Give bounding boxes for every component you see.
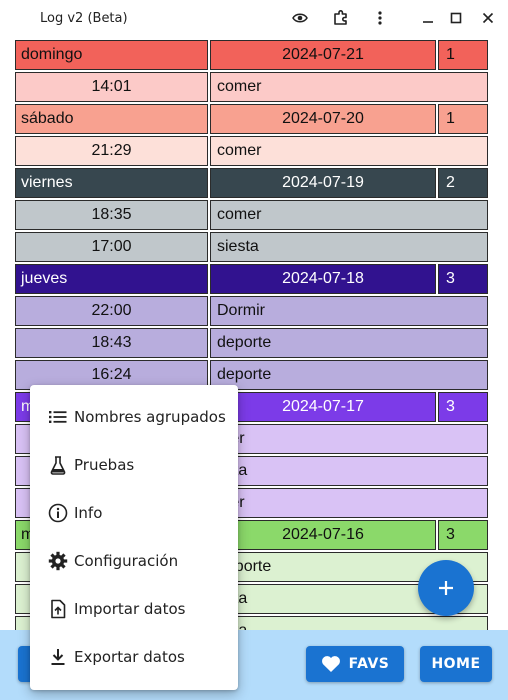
menu-item-configuracion[interactable]: Configuración	[30, 537, 238, 585]
entry-activity: mer	[210, 488, 488, 518]
day-count: 3	[438, 392, 488, 422]
heart-icon	[321, 656, 340, 672]
entry-time: 18:43	[15, 328, 208, 358]
menu-item-label: Nombres agrupados	[74, 408, 226, 426]
day-date: 2024-07-18	[210, 264, 436, 294]
day-header-row[interactable]: viernes 2024-07-19 2	[15, 167, 488, 199]
entry-activity: comer	[210, 136, 488, 166]
day-date: 2024-07-21	[210, 40, 436, 70]
menu-item-importar-datos[interactable]: Importar datos	[30, 585, 238, 633]
entry-time: 22:00	[15, 296, 208, 326]
entry-activity: siesta	[210, 232, 488, 262]
download-icon	[46, 645, 70, 669]
close-icon[interactable]	[478, 8, 498, 28]
more-vert-icon[interactable]	[370, 8, 390, 28]
day-count: 3	[438, 520, 488, 550]
flask-icon	[46, 453, 70, 477]
day-count: 2	[438, 168, 488, 198]
menu-item-label: Exportar datos	[74, 648, 185, 666]
day-date: 2024-07-17	[210, 392, 436, 422]
home-button[interactable]: HOME	[420, 646, 492, 682]
eye-icon[interactable]	[290, 8, 310, 28]
entry-activity: mer	[210, 424, 488, 454]
extension-icon[interactable]	[331, 8, 351, 28]
add-entry-button[interactable]	[418, 560, 474, 616]
menu-item-label: Importar datos	[74, 600, 186, 618]
entry-activity: comer	[210, 200, 488, 230]
home-label: HOME	[431, 656, 481, 672]
favs-button[interactable]: FAVS	[306, 646, 404, 682]
entry-activity: Dormir	[210, 296, 488, 326]
day-count: 1	[438, 104, 488, 134]
menu-item-info[interactable]: Info	[30, 489, 238, 537]
day-count: 1	[438, 40, 488, 70]
entry-time: 18:35	[15, 200, 208, 230]
file-upload-icon	[46, 597, 70, 621]
day-name: jueves	[15, 264, 208, 294]
entry-row[interactable]: 21:29 comer	[15, 135, 488, 167]
entry-time: 21:29	[15, 136, 208, 166]
menu-item-label: Configuración	[74, 552, 179, 570]
entry-activity: esta	[210, 456, 488, 486]
settings-icon	[46, 549, 70, 573]
entry-activity: deporte	[210, 328, 488, 358]
favs-label: FAVS	[348, 656, 390, 672]
menu-item-pruebas[interactable]: Pruebas	[30, 441, 238, 489]
window-title: Log v2 (Beta)	[40, 11, 128, 26]
menu-item-label: Info	[74, 504, 103, 522]
entry-row[interactable]: 17:00 siesta	[15, 231, 488, 263]
day-count: 3	[438, 264, 488, 294]
day-name: sábado	[15, 104, 208, 134]
entry-row[interactable]: 18:43 deporte	[15, 327, 488, 359]
day-header-row[interactable]: jueves 2024-07-18 3	[15, 263, 488, 295]
menu-item-nombres-agrupados[interactable]: Nombres agrupados	[30, 393, 238, 441]
entry-row[interactable]: 14:01 comer	[15, 71, 488, 103]
list-icon	[46, 405, 70, 429]
popup-menu: Nombres agrupados Pruebas Info Configura…	[30, 385, 238, 690]
day-date: 2024-07-20	[210, 104, 436, 134]
menu-item-label: Pruebas	[74, 456, 135, 474]
entry-time: 14:01	[15, 72, 208, 102]
title-bar: Log v2 (Beta)	[0, 0, 508, 36]
entry-activity: deporte	[210, 360, 488, 390]
day-name: domingo	[15, 40, 208, 70]
info-icon	[46, 501, 70, 525]
entry-row[interactable]: 18:35 comer	[15, 199, 488, 231]
minimize-icon[interactable]	[418, 8, 438, 28]
day-date: 2024-07-19	[210, 168, 436, 198]
maximize-icon[interactable]	[446, 8, 466, 28]
plus-icon	[439, 581, 453, 595]
menu-item-exportar-datos[interactable]: Exportar datos	[30, 633, 238, 681]
entry-time: 17:00	[15, 232, 208, 262]
day-date: 2024-07-16	[210, 520, 436, 550]
entry-row[interactable]: 22:00 Dormir	[15, 295, 488, 327]
day-header-row[interactable]: domingo 2024-07-21 1	[15, 39, 488, 71]
day-header-row[interactable]: sábado 2024-07-20 1	[15, 103, 488, 135]
day-name: viernes	[15, 168, 208, 198]
entry-activity: comer	[210, 72, 488, 102]
